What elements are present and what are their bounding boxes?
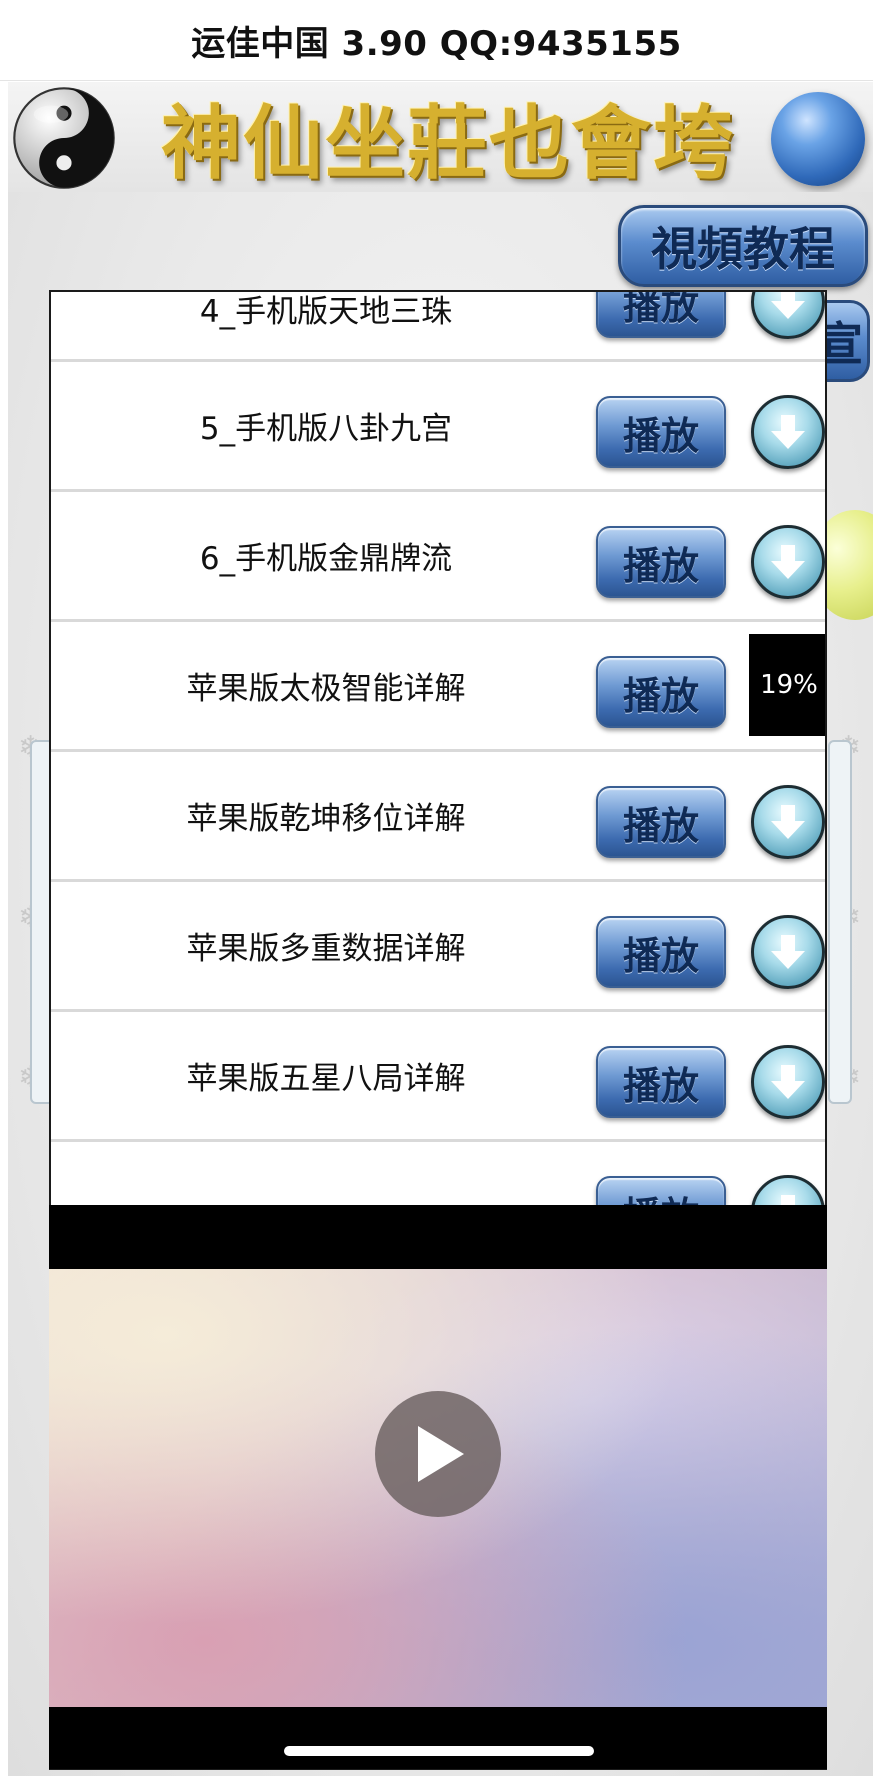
play-button[interactable]: 播放	[596, 526, 726, 598]
video-title: 苹果版五星八局详解	[186, 1061, 466, 1097]
list-item: 4_手机版天地三珠 播放	[51, 292, 825, 362]
list-item: 苹果版五星八局详解 播放	[51, 1012, 825, 1142]
download-arrow-icon[interactable]	[751, 1045, 825, 1119]
list-item: 5_手机版八卦九宫 播放	[51, 362, 825, 492]
video-player[interactable]	[49, 1269, 827, 1707]
download-arrow-icon[interactable]	[751, 395, 825, 469]
download-arrow-icon[interactable]	[751, 915, 825, 989]
video-top-bar	[49, 1205, 827, 1269]
list-item: 苹果版太极智能详解 播放 19%	[51, 622, 825, 752]
yin-yang-icon	[13, 87, 115, 189]
download-arrow-icon[interactable]	[751, 785, 825, 859]
banner: 神仙坐莊也會垮	[8, 82, 873, 192]
video-title: 4_手机版天地三珠	[199, 294, 453, 330]
video-title: 6_手机版金鼎牌流	[199, 541, 453, 577]
video-list[interactable]: 4_手机版天地三珠 播放 5_手机版八卦九宫 播放 6_手机版金鼎牌流 播放 苹…	[51, 292, 825, 1272]
decor-frame-right	[828, 740, 852, 1104]
play-button[interactable]: 播放	[596, 916, 726, 988]
banner-title: 神仙坐莊也會垮	[161, 96, 735, 190]
video-title: 苹果版多重数据详解	[186, 931, 466, 967]
list-item: 苹果版乾坤移位详解 播放	[51, 752, 825, 882]
video-bottom-bar	[49, 1707, 827, 1769]
video-tutorial-button[interactable]: 視頻教程	[618, 205, 868, 287]
list-item: 6_手机版金鼎牌流 播放	[51, 492, 825, 622]
home-indicator[interactable]	[284, 1746, 594, 1756]
app-title-bar: 运佳中国 3.90 QQ:9435155	[0, 0, 873, 81]
download-arrow-icon[interactable]	[751, 292, 825, 339]
play-button[interactable]: 播放	[596, 1046, 726, 1118]
play-button[interactable]: 播放	[596, 396, 726, 468]
play-button[interactable]: 播放	[596, 786, 726, 858]
play-button[interactable]: 播放	[596, 292, 726, 338]
download-progress-badge: 19%	[749, 634, 825, 736]
download-arrow-icon[interactable]	[751, 525, 825, 599]
video-title: 5_手机版八卦九宫	[199, 411, 453, 447]
list-item: 苹果版多重数据详解 播放	[51, 882, 825, 1012]
video-title: 苹果版太极智能详解	[186, 671, 466, 707]
play-button[interactable]: 播放	[596, 656, 726, 728]
app-title: 运佳中国 3.90 QQ:9435155	[191, 23, 682, 64]
blue-orb-icon	[771, 92, 865, 186]
video-title: 苹果版乾坤移位详解	[186, 801, 466, 837]
play-triangle-icon[interactable]	[375, 1391, 501, 1517]
